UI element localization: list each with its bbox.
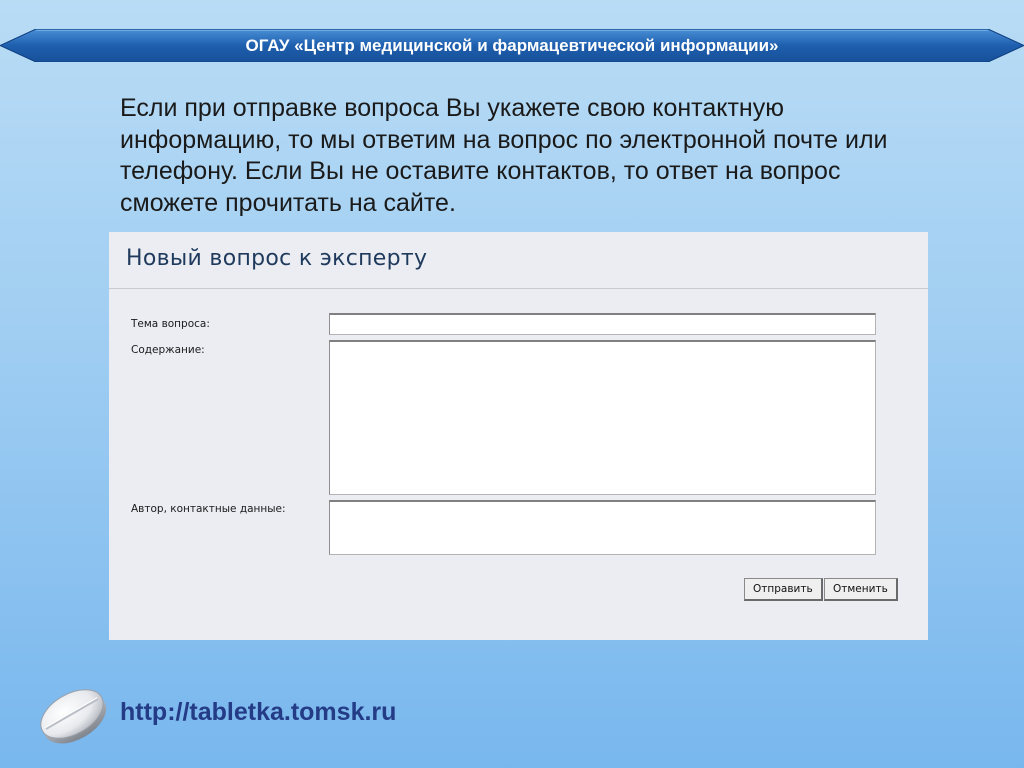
content-label: Содержание: (131, 344, 205, 356)
content-textarea[interactable] (329, 340, 876, 495)
header-banner: ОГАУ «Центр медицинской и фармацевтическ… (0, 29, 1024, 62)
intro-text: Если при отправке вопроса Вы укажете сво… (120, 94, 888, 217)
site-url-link[interactable]: http://tabletka.tomsk.ru (120, 698, 396, 727)
author-contact-textarea[interactable] (329, 500, 876, 555)
cancel-button[interactable]: Отменить (824, 578, 898, 601)
author-label: Автор, контактные данные: (131, 503, 286, 515)
page-title: ОГАУ «Центр медицинской и фармацевтическ… (245, 36, 779, 55)
question-form-panel: Новый вопрос к эксперту Тема вопроса: Со… (109, 232, 928, 640)
subject-label: Тема вопроса: (131, 318, 210, 330)
pill-icon (34, 680, 110, 748)
form-divider (109, 288, 928, 289)
submit-button[interactable]: Отправить (744, 578, 823, 601)
form-title: Новый вопрос к эксперту (126, 246, 428, 271)
subject-input[interactable] (329, 313, 876, 335)
